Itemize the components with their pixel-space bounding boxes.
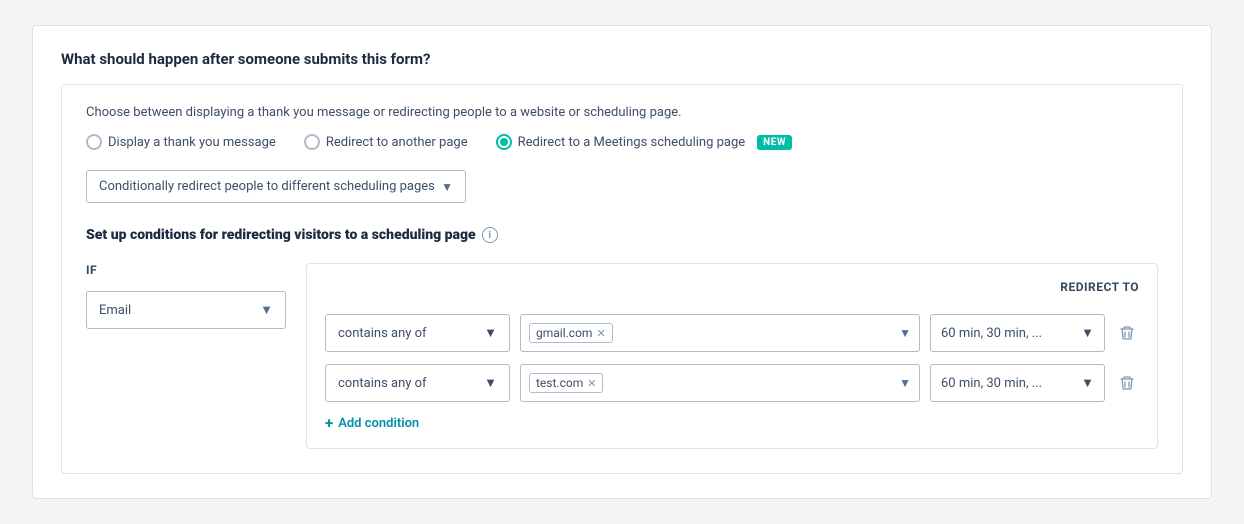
tag-input-2[interactable]: test.com ✕ ▼	[520, 364, 920, 402]
tag-input-1[interactable]: gmail.com ✕ ▼	[520, 314, 920, 352]
radio-redirect-meetings[interactable]: Redirect to a Meetings scheduling page N…	[496, 134, 792, 150]
new-badge: NEW	[757, 135, 792, 150]
dropdown-arrow-icon: ▼	[441, 180, 453, 194]
main-card: What should happen after someone submits…	[32, 25, 1212, 499]
tag-test-text: test.com	[536, 376, 583, 390]
if-column: IF Email ▼	[86, 263, 286, 329]
radio-circle-redirect-page	[304, 134, 320, 150]
if-dropdown-arrow-icon: ▼	[260, 302, 273, 318]
radio-circle-meetings	[496, 134, 512, 150]
radio-display-thank-you[interactable]: Display a thank you message	[86, 134, 276, 150]
scheduling-pages-dropdown[interactable]: Conditionally redirect people to differe…	[86, 170, 466, 203]
redirect-arrow-icon-2: ▼	[1081, 375, 1094, 391]
conditions-title-row: Set up conditions for redirecting visito…	[86, 227, 1158, 243]
redirect-value-2: 60 min, 30 min, ...	[941, 376, 1042, 391]
sub-label: Choose between displaying a thank you me…	[86, 105, 1158, 120]
redirect-select-2[interactable]: 60 min, 30 min, ... ▼	[930, 364, 1105, 402]
conditions-layout: IF Email ▼ REDIRECT TO contains any of ▼	[86, 263, 1158, 449]
conditions-title-text: Set up conditions for redirecting visito…	[86, 227, 476, 243]
radio-label-display: Display a thank you message	[108, 135, 276, 150]
tag-gmail: gmail.com ✕	[529, 323, 613, 343]
cond-arrow-icon-1: ▼	[484, 325, 497, 341]
tag-gmail-text: gmail.com	[536, 326, 592, 340]
condition-operator-label-2: contains any of	[338, 376, 427, 391]
condition-row-2: contains any of ▼ test.com ✕ ▼ 60 min, 3…	[325, 364, 1139, 402]
condition-operator-dropdown-1[interactable]: contains any of ▼	[325, 314, 510, 352]
radio-label-redirect-page: Redirect to another page	[326, 135, 468, 150]
condition-row-1: contains any of ▼ gmail.com ✕ ▼ 60 min, …	[325, 314, 1139, 352]
radio-redirect-page[interactable]: Redirect to another page	[304, 134, 468, 150]
delete-row-1-button[interactable]	[1115, 321, 1139, 345]
cond-arrow-icon-2: ▼	[484, 375, 497, 391]
tag-gmail-remove-icon[interactable]: ✕	[596, 327, 605, 340]
radio-circle-display	[86, 134, 102, 150]
conditions-right-panel: REDIRECT TO contains any of ▼ gmail.com …	[306, 263, 1158, 449]
add-condition-label: Add condition	[338, 416, 419, 431]
info-icon[interactable]: i	[482, 227, 498, 243]
scheduling-dropdown-label: Conditionally redirect people to differe…	[99, 179, 435, 194]
radio-group: Display a thank you message Redirect to …	[86, 134, 1158, 150]
condition-operator-dropdown-2[interactable]: contains any of ▼	[325, 364, 510, 402]
add-condition-button[interactable]: + Add condition	[325, 414, 1139, 432]
if-email-value: Email	[99, 303, 131, 318]
conditions-header: REDIRECT TO	[325, 280, 1139, 304]
section-title: What should happen after someone submits…	[61, 50, 1183, 68]
inner-card: Choose between displaying a thank you me…	[61, 84, 1183, 474]
redirect-to-label: REDIRECT TO	[1060, 280, 1139, 294]
condition-operator-label-1: contains any of	[338, 326, 427, 341]
redirect-select-1[interactable]: 60 min, 30 min, ... ▼	[930, 314, 1105, 352]
if-label: IF	[86, 263, 286, 277]
tag-input-arrow-icon-2: ▼	[899, 376, 911, 390]
tag-test: test.com ✕	[529, 373, 603, 393]
radio-label-meetings: Redirect to a Meetings scheduling page	[518, 135, 746, 150]
redirect-value-1: 60 min, 30 min, ...	[941, 326, 1042, 341]
redirect-arrow-icon-1: ▼	[1081, 325, 1094, 341]
tag-test-remove-icon[interactable]: ✕	[587, 377, 596, 390]
delete-row-2-button[interactable]	[1115, 371, 1139, 395]
tag-input-arrow-icon-1: ▼	[899, 326, 911, 340]
add-plus-icon: +	[325, 414, 333, 432]
if-email-dropdown[interactable]: Email ▼	[86, 291, 286, 329]
